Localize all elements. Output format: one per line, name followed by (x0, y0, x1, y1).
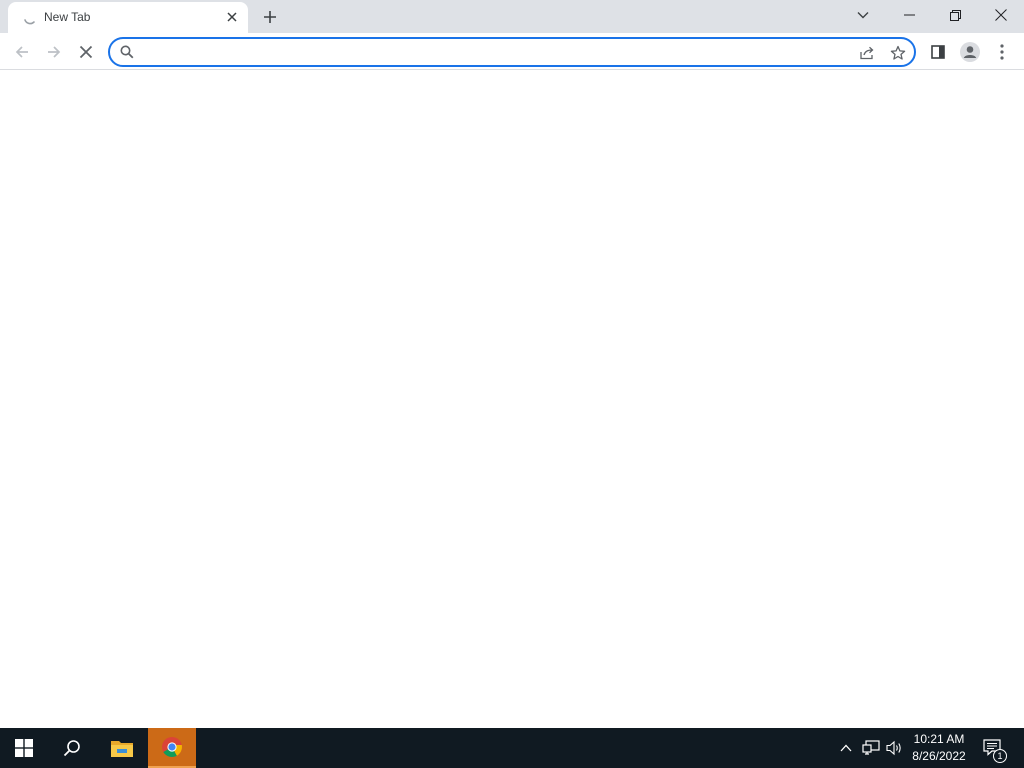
taskbar-search-button[interactable] (48, 728, 96, 768)
volume-icon[interactable] (884, 728, 906, 768)
share-icon[interactable] (856, 42, 878, 64)
close-window-button[interactable] (978, 0, 1024, 30)
loading-spinner-icon (22, 10, 38, 26)
windows-logo-icon (15, 739, 33, 757)
browser-toolbar (0, 33, 1024, 70)
forward-button[interactable] (40, 38, 68, 66)
new-tab-button[interactable] (258, 5, 282, 29)
restore-button[interactable] (932, 0, 978, 30)
address-bar[interactable] (108, 37, 916, 67)
file-explorer-button[interactable] (98, 728, 146, 768)
file-explorer-icon (111, 741, 133, 757)
chrome-icon (162, 737, 182, 758)
clock-time: 10:21 AM (913, 732, 965, 746)
taskbar-clock[interactable]: 10:21 AM 8/26/2022 (906, 731, 972, 765)
notification-count-badge: 1 (993, 749, 1007, 763)
side-panel-icon[interactable] (924, 38, 952, 66)
tab-strip: New Tab (0, 0, 1024, 33)
search-icon (63, 740, 80, 757)
minimize-button[interactable] (886, 0, 932, 30)
network-icon[interactable] (860, 728, 882, 768)
tab-close-icon[interactable] (224, 9, 240, 25)
menu-more-icon[interactable] (988, 38, 1016, 66)
windows-taskbar: 10:21 AM 8/26/2022 (0, 728, 1024, 768)
notification-count: 1 (997, 751, 1003, 761)
stop-loading-button[interactable] (72, 38, 100, 66)
address-input[interactable] (140, 42, 840, 62)
chrome-taskbar-button[interactable] (148, 728, 196, 768)
tab-search-chevron-down-icon[interactable] (840, 0, 886, 30)
bookmark-star-icon[interactable] (887, 42, 909, 64)
back-button[interactable] (8, 38, 36, 66)
profile-avatar-icon[interactable] (956, 38, 984, 66)
search-icon (120, 45, 134, 59)
clock-date: 8/26/2022 (912, 749, 966, 763)
tab-title: New Tab (44, 10, 91, 24)
show-hidden-icons-chevron-up-icon[interactable] (836, 728, 856, 768)
tab-new-tab[interactable]: New Tab (8, 2, 248, 33)
start-button[interactable] (0, 728, 48, 768)
page-content (0, 70, 1024, 728)
